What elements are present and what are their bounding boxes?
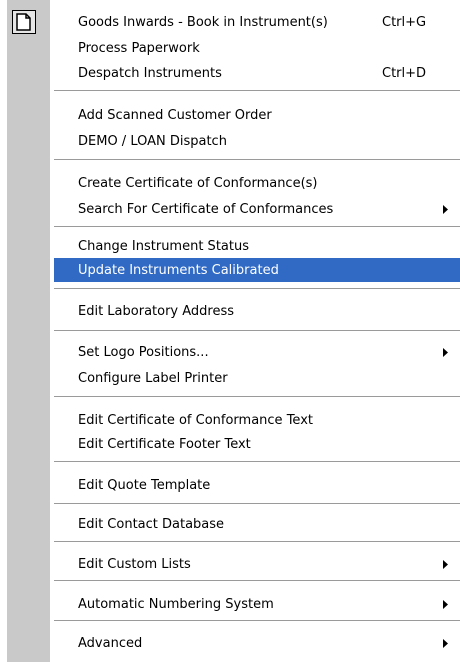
menu-item-edit-contact-database[interactable]: Edit Contact Database	[54, 512, 460, 536]
menu-item-goods-inwards[interactable]: Goods Inwards - Book in Instrument(s) Ct…	[54, 10, 460, 34]
menu-item-create-certificate[interactable]: Create Certificate of Conformance(s)	[54, 171, 460, 195]
menu-separator	[54, 226, 460, 228]
menu-item-label: DEMO / LOAN Dispatch	[78, 133, 227, 149]
menu-item-label: Add Scanned Customer Order	[78, 107, 272, 123]
document-icon	[12, 10, 36, 34]
menu-separator	[54, 288, 460, 290]
menu-item-demo-loan-dispatch[interactable]: DEMO / LOAN Dispatch	[54, 129, 460, 153]
menu-item-label: Automatic Numbering System	[78, 596, 274, 612]
menu-item-process-paperwork[interactable]: Process Paperwork	[54, 36, 460, 60]
submenu-arrow-icon	[440, 197, 448, 221]
submenu-arrow-icon	[440, 340, 448, 364]
submenu-arrow-icon	[440, 552, 448, 576]
menu-item-label: Advanced	[78, 635, 143, 651]
menu-item-shortcut: Ctrl+G	[382, 14, 427, 30]
menu-item-label: Goods Inwards - Book in Instrument(s)	[78, 14, 328, 30]
menu-item-label: Search For Certificate of Conformances	[78, 201, 334, 217]
menu-item-edit-conformance-text[interactable]: Edit Certificate of Conformance Text	[54, 408, 460, 432]
menu-item-set-logo-positions[interactable]: Set Logo Positions...	[54, 340, 460, 364]
context-menu: Goods Inwards - Book in Instrument(s) Ct…	[50, 0, 460, 662]
menu-item-label: Edit Custom Lists	[78, 556, 191, 572]
menu-item-label: Configure Label Printer	[78, 370, 228, 386]
menu-item-label: Despatch Instruments	[78, 65, 222, 81]
menu-item-label: Set Logo Positions...	[78, 344, 209, 360]
menu-item-label: Update Instruments Calibrated	[78, 262, 279, 278]
menu-item-edit-custom-lists[interactable]: Edit Custom Lists	[54, 552, 460, 576]
menu-item-label: Edit Certificate Footer Text	[78, 436, 251, 452]
menu-item-add-scanned-customer-order[interactable]: Add Scanned Customer Order	[54, 103, 460, 127]
menu-item-edit-footer-text[interactable]: Edit Certificate Footer Text	[54, 432, 460, 456]
menu-item-edit-laboratory-address[interactable]: Edit Laboratory Address	[54, 299, 460, 323]
menu-item-despatch-instruments[interactable]: Despatch Instruments Ctrl+D	[54, 61, 460, 85]
menu-separator	[54, 503, 460, 505]
menu-item-label: Edit Contact Database	[78, 516, 225, 532]
menu-item-search-certificates[interactable]: Search For Certificate of Conformances	[54, 197, 460, 221]
submenu-arrow-icon	[440, 592, 448, 616]
menu-item-edit-quote-template[interactable]: Edit Quote Template	[54, 473, 460, 497]
menu-item-label: Create Certificate of Conformance(s)	[78, 175, 318, 191]
menu-separator	[54, 580, 460, 582]
menu-item-update-instruments-calibrated[interactable]: Update Instruments Calibrated	[54, 258, 460, 282]
menu-item-label: Edit Quote Template	[78, 477, 211, 493]
menu-item-label: Process Paperwork	[78, 40, 200, 56]
menu-item-shortcut: Ctrl+D	[382, 65, 427, 81]
menu-item-change-instrument-status[interactable]: Change Instrument Status	[54, 234, 460, 258]
menu-item-label: Change Instrument Status	[78, 238, 249, 254]
menu-item-label: Edit Laboratory Address	[78, 303, 235, 319]
menu-item-label: Edit Certificate of Conformance Text	[78, 412, 313, 428]
menu-separator	[54, 330, 460, 332]
menu-separator	[54, 396, 460, 398]
submenu-arrow-icon	[440, 631, 448, 655]
menu-separator	[54, 159, 460, 161]
menu-separator	[54, 620, 460, 622]
menu-icon-gutter	[7, 0, 50, 662]
menu-item-advanced[interactable]: Advanced	[54, 631, 460, 655]
menu-item-configure-label-printer[interactable]: Configure Label Printer	[54, 366, 460, 390]
menu-separator	[54, 461, 460, 463]
menu-item-automatic-numbering-system[interactable]: Automatic Numbering System	[54, 592, 460, 616]
menu-separator	[54, 90, 460, 92]
menu-separator	[54, 541, 460, 543]
